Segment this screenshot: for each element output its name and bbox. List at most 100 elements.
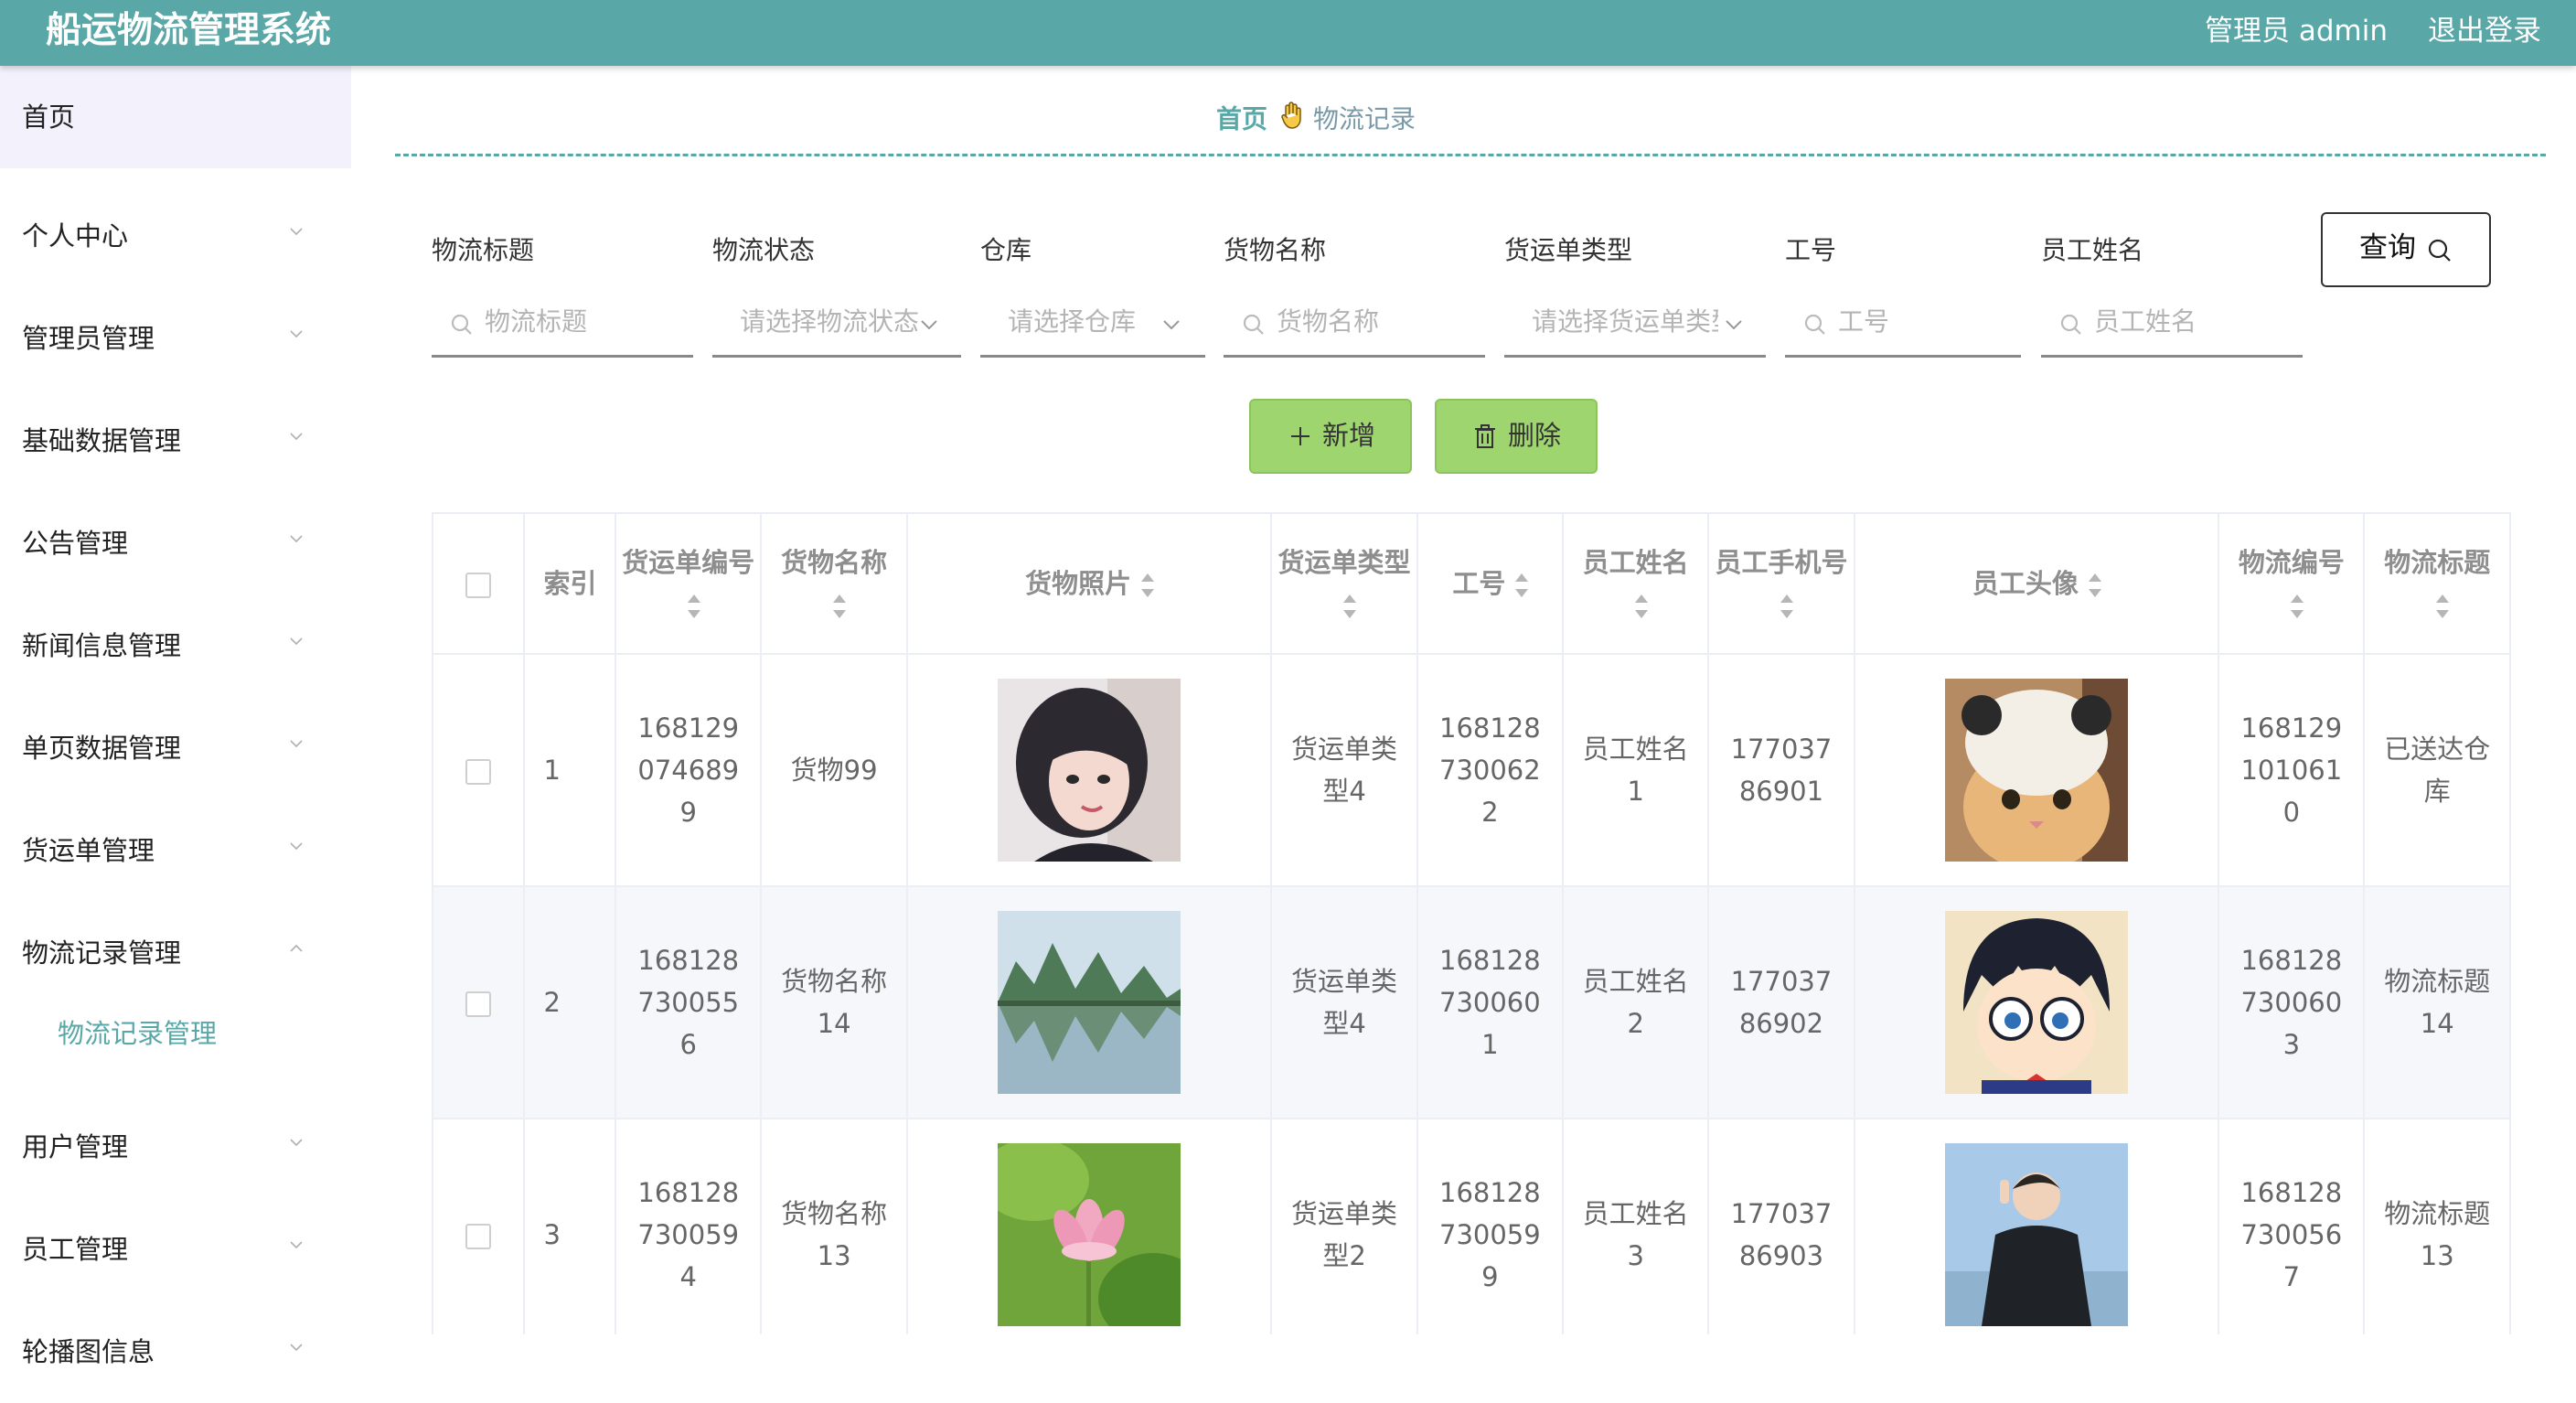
filter-label-warehouse: 仓库 [980, 235, 1032, 265]
sidebar-item-users[interactable]: 用户管理 [0, 1096, 351, 1198]
cell-order-type: 货运单类型4 [1271, 654, 1418, 887]
row-select-cell [433, 886, 526, 1119]
table-row: 2 1681287300556 货物名称14 货运单类型4 1681287300… [433, 886, 2511, 1119]
logout-link[interactable]: 退出登录 [2428, 15, 2541, 48]
cell-emp-phone: 17703786903 [1708, 1119, 1855, 1334]
sort-icon[interactable] [1140, 573, 1155, 597]
goods-name-search-input[interactable]: 货物名称 [1224, 293, 1485, 358]
header-emp-no[interactable]: 工号 [1416, 514, 1565, 655]
warehouse-select[interactable]: 请选择仓库 [980, 293, 1205, 358]
cell-index: 1 [524, 654, 617, 887]
query-button-label: 查询 [2359, 231, 2416, 264]
sort-icon[interactable] [1780, 594, 1793, 618]
sort-icon[interactable] [1514, 573, 1529, 597]
row-checkbox[interactable] [465, 991, 492, 1017]
breadcrumb-divider [395, 154, 2546, 156]
sidebar-item-base-data[interactable]: 基础数据管理 [0, 390, 351, 492]
sidebar-item-logistics-records[interactable]: 物流记录管理 [0, 902, 351, 1004]
header-index: 索引 [524, 514, 617, 655]
sidebar-item-home[interactable]: 首页 [0, 66, 351, 168]
emp-no-search-input[interactable]: 工号 [1785, 293, 2021, 358]
sidebar-item-label: 新闻信息管理 [22, 630, 182, 661]
filter-label-emp-name: 员工姓名 [2041, 235, 2144, 265]
chevron-down-icon [921, 320, 937, 330]
delete-button-label: 删除 [1508, 420, 1562, 451]
sidebar-item-label: 物流记录管理 [22, 937, 182, 969]
chevron-down-icon [290, 842, 303, 851]
header-label: 索引 [543, 568, 597, 599]
breadcrumb-home[interactable]: 首页 [1216, 104, 1267, 134]
row-checkbox[interactable] [465, 759, 492, 785]
header-label: 货物名称 [781, 547, 888, 578]
cell-emp-phone: 17703786902 [1708, 886, 1855, 1119]
title-search-input[interactable]: 物流标题 [432, 293, 693, 358]
app-title: 船运物流管理系统 [46, 10, 332, 51]
header-emp-avatar[interactable]: 员工头像 [1854, 514, 2220, 655]
cell-logistics-no: 1681291010610 [2218, 654, 2366, 887]
goods-photo-image[interactable] [998, 679, 1181, 862]
trash-icon [1475, 424, 1495, 448]
cell-emp-avatar [1854, 886, 2220, 1119]
sidebar-item-admin-management[interactable]: 管理员管理 [0, 287, 351, 390]
breadcrumb-current: 物流记录 [1313, 103, 1416, 134]
placeholder-text: 请选择仓库 [1008, 306, 1137, 337]
sort-icon[interactable] [1342, 594, 1357, 618]
header-logistics-no[interactable]: 物流编号 [2218, 514, 2366, 655]
cell-logistics-no: 1681287300567 [2218, 1119, 2366, 1334]
sidebar-item-label: 公告管理 [22, 528, 129, 559]
sort-icon[interactable] [2435, 594, 2450, 618]
cell-emp-no: 1681287300622 [1416, 654, 1565, 887]
goods-photo-image[interactable] [998, 1143, 1181, 1326]
search-icon [1804, 314, 1825, 335]
sidebar-item-news[interactable]: 新闻信息管理 [0, 594, 351, 697]
sort-icon[interactable] [832, 594, 847, 618]
filter-label-status: 物流状态 [712, 235, 816, 265]
sort-icon[interactable] [2088, 573, 2101, 597]
sidebar: 首页 个人中心 管理员管理 基础数据管理 公告管理 新闻信息管理 单页数据管理 … [0, 66, 351, 1367]
query-button[interactable]: 查询 [2321, 212, 2491, 287]
emp-name-search-input[interactable]: 员工姓名 [2041, 293, 2303, 358]
row-checkbox[interactable] [465, 1224, 492, 1249]
cell-index: 2 [524, 886, 617, 1119]
add-button[interactable]: 新增 [1249, 399, 1412, 474]
cell-order-type: 货运单类型2 [1271, 1119, 1418, 1334]
sidebar-item-personal-center[interactable]: 个人中心 [0, 185, 351, 287]
header-label: 物流标题 [2384, 547, 2491, 578]
header-logistics-title[interactable]: 物流标题 [2364, 514, 2511, 655]
emp-avatar-image[interactable] [1944, 1143, 2128, 1326]
cell-order-type: 货运单类型4 [1271, 886, 1418, 1119]
header-goods-name[interactable]: 货物名称 [761, 514, 908, 655]
goods-photo-image[interactable] [998, 911, 1181, 1094]
sidebar-item-label: 管理员管理 [22, 323, 155, 354]
sort-icon[interactable] [1634, 594, 1648, 618]
submenu-item-label: 物流记录管理 [58, 1018, 218, 1049]
sidebar-item-carousel[interactable]: 轮播图信息 [0, 1301, 351, 1403]
header-goods-photo[interactable]: 货物照片 [906, 514, 1273, 655]
sidebar-item-single-page[interactable]: 单页数据管理 [0, 697, 351, 799]
cell-index: 3 [524, 1119, 617, 1334]
sidebar-item-freight-orders[interactable]: 货运单管理 [0, 799, 351, 902]
header-emp-name[interactable]: 员工姓名 [1563, 514, 1710, 655]
emp-avatar-image[interactable] [1944, 679, 2128, 862]
sort-icon[interactable] [687, 594, 700, 618]
header-label: 工号 [1452, 568, 1506, 599]
status-select[interactable]: 请选择物流状态 [712, 293, 961, 358]
emp-avatar-image[interactable] [1944, 911, 2128, 1094]
delete-button[interactable]: 删除 [1435, 399, 1598, 474]
submenu-item-logistics-records[interactable]: 物流记录管理 [0, 999, 351, 1072]
sidebar-item-notice[interactable]: 公告管理 [0, 492, 351, 594]
table-row: 1 1681290746899 货物99 货运单类型4 168128730062… [433, 654, 2511, 887]
cell-logistics-title: 物流标题14 [2364, 886, 2511, 1119]
header-emp-phone[interactable]: 员工手机号 [1708, 514, 1855, 655]
cell-logistics-no: 1681287300603 [2218, 886, 2366, 1119]
select-all-checkbox[interactable] [465, 573, 492, 598]
header-order-no[interactable]: 货运单编号 [615, 514, 763, 655]
header-label: 货运单编号 [622, 547, 755, 578]
header-label: 员工手机号 [1715, 547, 1848, 578]
chevron-down-icon [290, 330, 303, 338]
chevron-down-icon [290, 740, 303, 748]
order-type-select[interactable]: 请选择货运单类型 [1504, 293, 1766, 358]
header-order-type[interactable]: 货运单类型 [1271, 514, 1418, 655]
sort-icon[interactable] [2290, 594, 2303, 618]
sidebar-item-employees[interactable]: 员工管理 [0, 1198, 351, 1301]
